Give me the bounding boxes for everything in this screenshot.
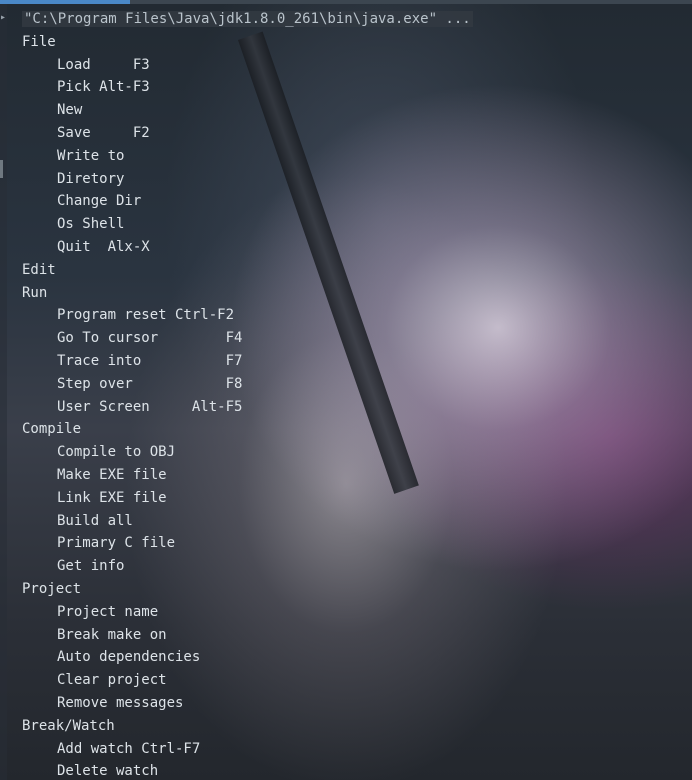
menu-item-line: Write to <box>57 147 125 164</box>
console-lines: "C:\Program Files\Java\jdk1.8.0_261\bin\… <box>22 8 473 780</box>
menu-item-line: Diretory <box>57 170 125 187</box>
menu-item-line: Primary C file <box>57 535 176 552</box>
menu-item-line: Program reset Ctrl-F2 <box>57 307 235 324</box>
menu-heading-line: Edit <box>22 261 56 278</box>
menu-item-line: Link EXE file <box>57 489 167 506</box>
chevron-right-icon: ▸ <box>0 12 7 23</box>
menu-item-line: Quit Alx-X <box>57 238 150 255</box>
menu-item-line: Save F2 <box>57 124 150 141</box>
menu-item-line: Add watch Ctrl-F7 <box>57 740 201 757</box>
menu-heading-line: Compile <box>22 421 82 438</box>
active-tab-indicator <box>0 0 130 4</box>
menu-item-line: Remove messages <box>57 694 184 711</box>
gutter-marker <box>0 160 3 178</box>
menu-heading-line: Project <box>22 580 82 597</box>
menu-item-line: User Screen Alt-F5 <box>57 398 243 415</box>
menu-item-line: Step over F8 <box>57 375 243 392</box>
menu-item-line: Clear project <box>57 672 167 689</box>
menu-heading-line: Run <box>22 284 48 301</box>
menu-item-line: Trace into F7 <box>57 352 243 369</box>
command-line: "C:\Program Files\Java\jdk1.8.0_261\bin\… <box>22 8 473 31</box>
menu-item-line: Make EXE file <box>57 466 167 483</box>
menu-item-line: Build all <box>57 512 133 529</box>
menu-item-line: Load F3 <box>57 56 150 73</box>
run-tab-bar <box>0 0 692 4</box>
command-text: "C:\Program Files\Java\jdk1.8.0_261\bin\… <box>22 11 473 27</box>
menu-item-line: Go To cursor F4 <box>57 330 243 347</box>
menu-item-line: Os Shell <box>57 216 125 233</box>
menu-heading-line: File <box>22 33 56 50</box>
menu-item-line: Get info <box>57 558 125 575</box>
console-output-panel[interactable]: ▸ "C:\Program Files\Java\jdk1.8.0_261\bi… <box>0 0 692 780</box>
menu-item-line: Break make on <box>57 626 167 643</box>
menu-item-line: Compile to OBJ <box>57 444 176 461</box>
menu-item-line: Auto dependencies <box>57 649 201 666</box>
menu-heading-line: Break/Watch <box>22 717 115 734</box>
menu-item-line: Delete watch <box>57 763 159 780</box>
menu-item-line: Change Dir <box>57 193 142 210</box>
menu-item-line: Pick Alt-F3 <box>57 79 150 96</box>
menu-item-line: New <box>57 102 83 119</box>
console-gutter: ▸ <box>0 4 7 780</box>
menu-item-line: Project name <box>57 603 159 620</box>
